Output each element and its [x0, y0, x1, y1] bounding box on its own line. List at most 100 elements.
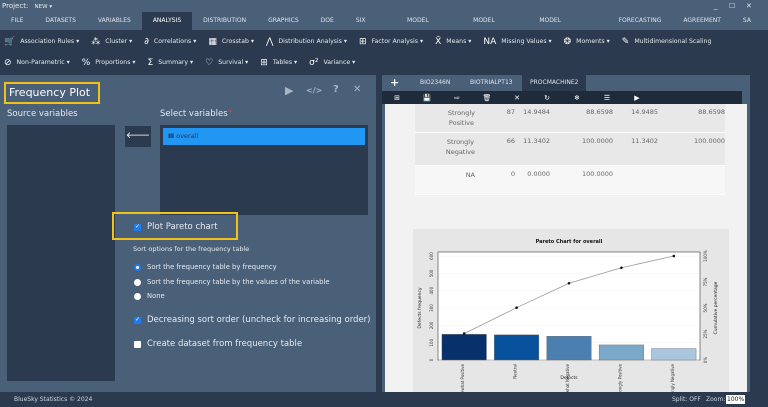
row-label-line: Strongly: [446, 138, 474, 146]
project-dropdown[interactable]: NEW ▾: [35, 4, 53, 10]
add-tab-button[interactable]: +: [390, 76, 399, 89]
tab-procmachine2[interactable]: PROCMACHINE2: [522, 75, 587, 91]
tool-sigma[interactable]: Σ Summary ▾: [148, 58, 194, 68]
code-icon[interactable]: </>: [306, 86, 322, 95]
tool-label: Crosstab ▾: [221, 38, 255, 45]
tool-grid[interactable]: ▦ Crosstab ▾: [208, 37, 254, 47]
tool-pencil[interactable]: ✎ Multidimensional Scaling: [622, 37, 712, 47]
radio-sort-frequency[interactable]: [134, 263, 141, 271]
refresh-icon[interactable]: ↻: [532, 94, 562, 102]
run-icon[interactable]: ▶: [285, 84, 293, 97]
required-mark: *: [228, 108, 232, 117]
x-tick-label: Neutral: [513, 364, 518, 379]
freeze-icon[interactable]: ❄: [562, 94, 592, 102]
bar: [598, 344, 644, 361]
move-left-button[interactable]: 🡐: [125, 126, 151, 147]
sort-by-values-option[interactable]: Sort the frequency table by the values o…: [134, 278, 330, 286]
tool-nonparametric[interactable]: ⊘ Non-Parametric ▾: [4, 58, 70, 68]
add-icon[interactable]: ⊞: [382, 94, 412, 102]
zoom-value[interactable]: 100%: [726, 395, 746, 404]
menu-datasets[interactable]: DATASETS: [34, 12, 87, 30]
tool-percent[interactable]: % Proportions ▾: [82, 58, 136, 68]
clear-icon[interactable]: ✕: [502, 94, 532, 102]
zoom-label: Zoom:: [706, 396, 726, 403]
menu-analysis[interactable]: ANALYSIS: [141, 12, 193, 30]
percent-icon: %: [81, 57, 91, 68]
tool-label: Distribution Analysis ▾: [278, 38, 348, 45]
selected-variable-item[interactable]: Ⅲ overall: [163, 128, 365, 145]
tool-missing[interactable]: NA Missing Values ▾: [483, 37, 551, 47]
radio-sort-values[interactable]: [134, 278, 141, 286]
plot-pareto-checkbox[interactable]: [134, 223, 141, 231]
menu-variables[interactable]: VARIABLES: [87, 12, 142, 30]
radio-label: None: [147, 292, 165, 300]
delete-icon[interactable]: 🗑: [472, 94, 502, 102]
sort-none-option[interactable]: None: [134, 292, 165, 300]
output-scrollbar[interactable]: [750, 75, 768, 392]
menu-model-evaluation[interactable]: MODEL EVALUATION: [528, 12, 607, 42]
row-label-line: Strongly: [447, 109, 475, 117]
close-dialog-icon[interactable]: ✕: [353, 84, 361, 95]
tool-variance[interactable]: σ² Variance ▾: [309, 58, 355, 68]
create-dataset-option[interactable]: Create dataset from frequency table: [134, 339, 302, 349]
tool-moments[interactable]: ❂ Moments ▾: [564, 37, 610, 47]
menu-doe[interactable]: DOE: [310, 12, 345, 30]
close-button[interactable]: ✕: [746, 0, 752, 12]
menu-forecasting[interactable]: FORECASTING: [608, 12, 673, 30]
menu-model-fitting[interactable]: MODEL FITTING: [396, 12, 462, 42]
list-icon[interactable]: ☰: [592, 94, 622, 102]
menu-agreement[interactable]: AGREEMENT: [672, 12, 732, 30]
y-tick-label: 300: [429, 304, 434, 312]
decreasing-order-option[interactable]: Decreasing sort order (uncheck for incre…: [134, 315, 371, 325]
cumulative-point: [462, 332, 466, 335]
chart-title: Pareto Chart for overall: [536, 239, 603, 245]
menu-six-sigma[interactable]: SIX SIGMA: [345, 12, 396, 42]
help-icon[interactable]: ?: [333, 84, 339, 95]
y-right-tick-label: 0%: [703, 357, 708, 364]
menu-file[interactable]: FILE: [0, 12, 34, 30]
minimize-button[interactable]: _: [714, 0, 718, 12]
x-tick-label: Somewhat Positive: [460, 363, 465, 392]
radio-sort-none[interactable]: [134, 292, 141, 300]
create-dataset-checkbox[interactable]: [134, 340, 141, 348]
tool-cart[interactable]: 🛒 Association Rules ▾: [4, 37, 79, 47]
tool-label: Correlations ▾: [153, 38, 197, 45]
tool-distribution[interactable]: ⋀ Distribution Analysis ▾: [266, 37, 347, 47]
table-cell: 0: [510, 170, 515, 178]
export-icon[interactable]: ⇨: [442, 94, 472, 102]
source-variables-list[interactable]: [7, 125, 115, 381]
tab-biotrialpt13[interactable]: BIOTRIALPT13: [462, 75, 521, 91]
tool-table[interactable]: ⊞ Tables ▾: [260, 58, 297, 68]
tool-means[interactable]: X̄ Means ▾: [435, 37, 471, 47]
sort-by-frequency-option[interactable]: Sort the frequency table by frequency: [134, 263, 277, 271]
menu-sa-[interactable]: SA ❯: [732, 12, 768, 42]
tool-correlation[interactable]: ∂ Correlations ▾: [144, 37, 196, 47]
tool-label: Multidimensional Scaling: [634, 38, 712, 45]
cart-icon: 🛒: [4, 36, 16, 47]
menu-graphics[interactable]: GRAPHICS: [257, 12, 310, 30]
table-row: Strongly Positive 87 14.9484 88.6598 14.9485 8…: [415, 104, 725, 133]
sigma-icon: Σ: [147, 57, 154, 68]
y-right-tick-label: 25%: [703, 329, 708, 338]
tool-label: Association Rules ▾: [20, 38, 80, 45]
selected-variables-list[interactable]: Ⅲ overall: [160, 125, 368, 215]
plot-pareto-option[interactable]: Plot Pareto chart: [134, 222, 218, 232]
sort-options-label: Sort options for the frequency table: [133, 245, 250, 253]
run-icon[interactable]: ▶: [622, 94, 652, 102]
table-row: Strongly Negative 66 11.3402 100.0000 11.3402…: [415, 133, 725, 166]
create-dataset-label: Create dataset from frequency table: [147, 339, 303, 349]
maximize-button[interactable]: ☐: [729, 0, 735, 12]
tool-heart[interactable]: ♡ Survival ▾: [205, 58, 248, 68]
decreasing-order-checkbox[interactable]: [134, 316, 141, 324]
tab-bio2346n[interactable]: BIO2346N: [412, 75, 458, 91]
menu-model-tuning[interactable]: MODEL TUNING: [462, 12, 528, 42]
tool-factor[interactable]: ⊞ Factor Analysis ▾: [359, 37, 423, 47]
tool-cluster[interactable]: ⁂ Cluster ▾: [91, 37, 132, 47]
save-icon[interactable]: 💾: [412, 94, 442, 102]
menu-distribution[interactable]: DISTRIBUTION: [192, 12, 257, 30]
output-panel: + BIO2346N BIOTRIALPT13 PROCMACHINE2 ⊞ 💾 ⇨…: [382, 75, 750, 392]
split-status[interactable]: Split: OFF: [672, 392, 701, 407]
table-cell: 100.0000: [581, 137, 613, 145]
table-cell: 66: [506, 137, 515, 145]
table-cell: 88.6598: [586, 108, 613, 116]
